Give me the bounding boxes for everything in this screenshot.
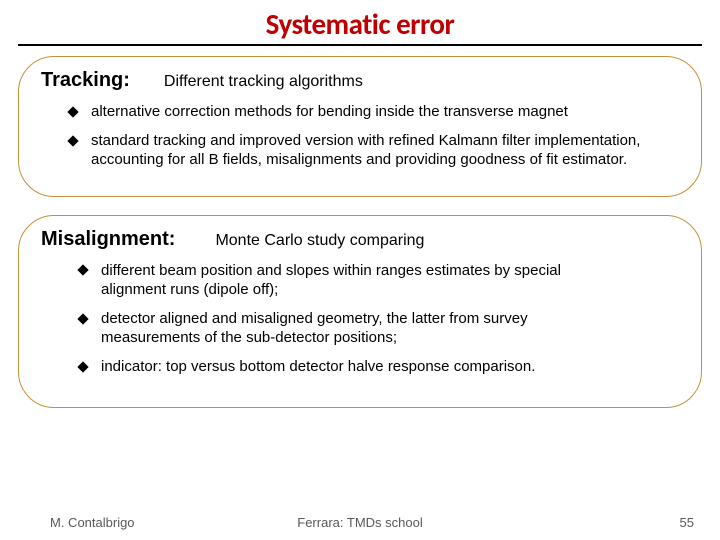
list-item: different beam position and slopes withi… (79, 261, 679, 299)
misalignment-subtitle: Monte Carlo study comparing (215, 232, 424, 250)
list-item: alternative correction methods for bendi… (69, 102, 679, 121)
misalignment-label: Misalignment: (41, 228, 175, 251)
footer: M. Contalbrigo Ferrara: TMDs school 55 (0, 515, 720, 530)
list-item: indicator: top versus bottom detector ha… (79, 357, 679, 376)
title-underline (18, 44, 702, 46)
tracking-label: Tracking: (41, 69, 130, 92)
misalignment-box: Misalignment: Monte Carlo study comparin… (18, 215, 702, 408)
tracking-head: Tracking: Different tracking algorithms (41, 69, 679, 92)
list-item: detector aligned and misaligned geometry… (79, 309, 679, 347)
tracking-subtitle: Different tracking algorithms (164, 73, 363, 91)
tracking-box: Tracking: Different tracking algorithms … (18, 56, 702, 197)
misalignment-head: Misalignment: Monte Carlo study comparin… (41, 228, 679, 251)
list-item: standard tracking and improved version w… (69, 131, 679, 169)
slide: Systematic error Tracking: Different tra… (0, 0, 720, 540)
misalignment-bullets: different beam position and slopes withi… (41, 261, 679, 377)
tracking-bullets: alternative correction methods for bendi… (41, 102, 679, 170)
footer-venue: Ferrara: TMDs school (0, 515, 720, 530)
page-title: Systematic error (0, 0, 720, 44)
